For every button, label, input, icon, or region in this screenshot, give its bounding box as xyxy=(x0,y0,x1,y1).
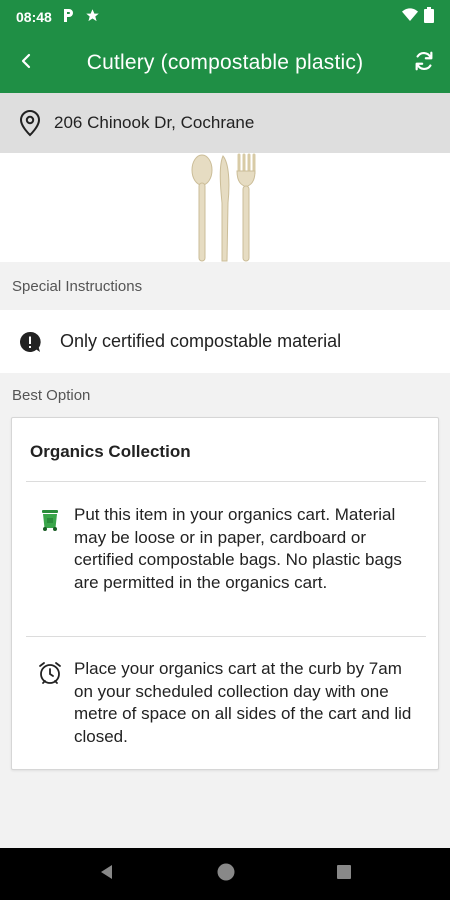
card-row: Put this item in your organics cart. Mat… xyxy=(26,504,426,594)
refresh-button[interactable] xyxy=(398,33,450,93)
nav-home-icon[interactable] xyxy=(216,862,236,887)
refresh-icon xyxy=(413,50,435,77)
special-instruction-text: Only certified compostable material xyxy=(60,331,342,351)
parking-icon xyxy=(62,8,75,26)
app-bar: Cutlery (compostable plastic) xyxy=(0,33,450,93)
nav-recents-icon[interactable] xyxy=(336,864,352,885)
address-bar[interactable]: 206 Chinook Dr, Cochrane xyxy=(0,93,450,153)
organics-collection-card: Organics Collection Put this item in you… xyxy=(11,417,439,770)
battery-icon xyxy=(424,7,434,26)
card-row: Place your organics cart at the curb by … xyxy=(26,658,426,748)
location-pin-icon xyxy=(18,109,42,137)
card-row-text: Place your organics cart at the curb by … xyxy=(74,659,412,746)
best-option-label: Best Option xyxy=(12,387,91,404)
nav-back-icon[interactable] xyxy=(98,863,116,886)
cutlery-icon xyxy=(189,153,261,267)
status-time: 08:48 xyxy=(16,8,52,25)
card-divider xyxy=(26,636,426,637)
alert-bubble-icon xyxy=(18,330,42,354)
organics-cart-icon xyxy=(26,504,74,594)
card-title: Organics Collection xyxy=(30,442,191,461)
wifi-icon xyxy=(402,8,418,25)
back-chevron-icon xyxy=(20,53,32,74)
star-icon xyxy=(85,8,100,26)
system-nav-bar xyxy=(0,848,450,900)
back-button[interactable] xyxy=(0,33,52,93)
card-row-text: Put this item in your organics cart. Mat… xyxy=(74,505,402,592)
alarm-clock-icon xyxy=(26,658,74,748)
card-divider xyxy=(26,481,426,482)
item-image xyxy=(0,153,450,262)
special-instructions-label: Special Instructions xyxy=(12,278,143,295)
page-title: Cutlery (compostable plastic) xyxy=(86,51,364,74)
status-bar: 08:48 xyxy=(0,0,450,33)
special-instruction-item: Only certified compostable material xyxy=(0,310,450,373)
address-text: 206 Chinook Dr, Cochrane xyxy=(54,113,255,132)
